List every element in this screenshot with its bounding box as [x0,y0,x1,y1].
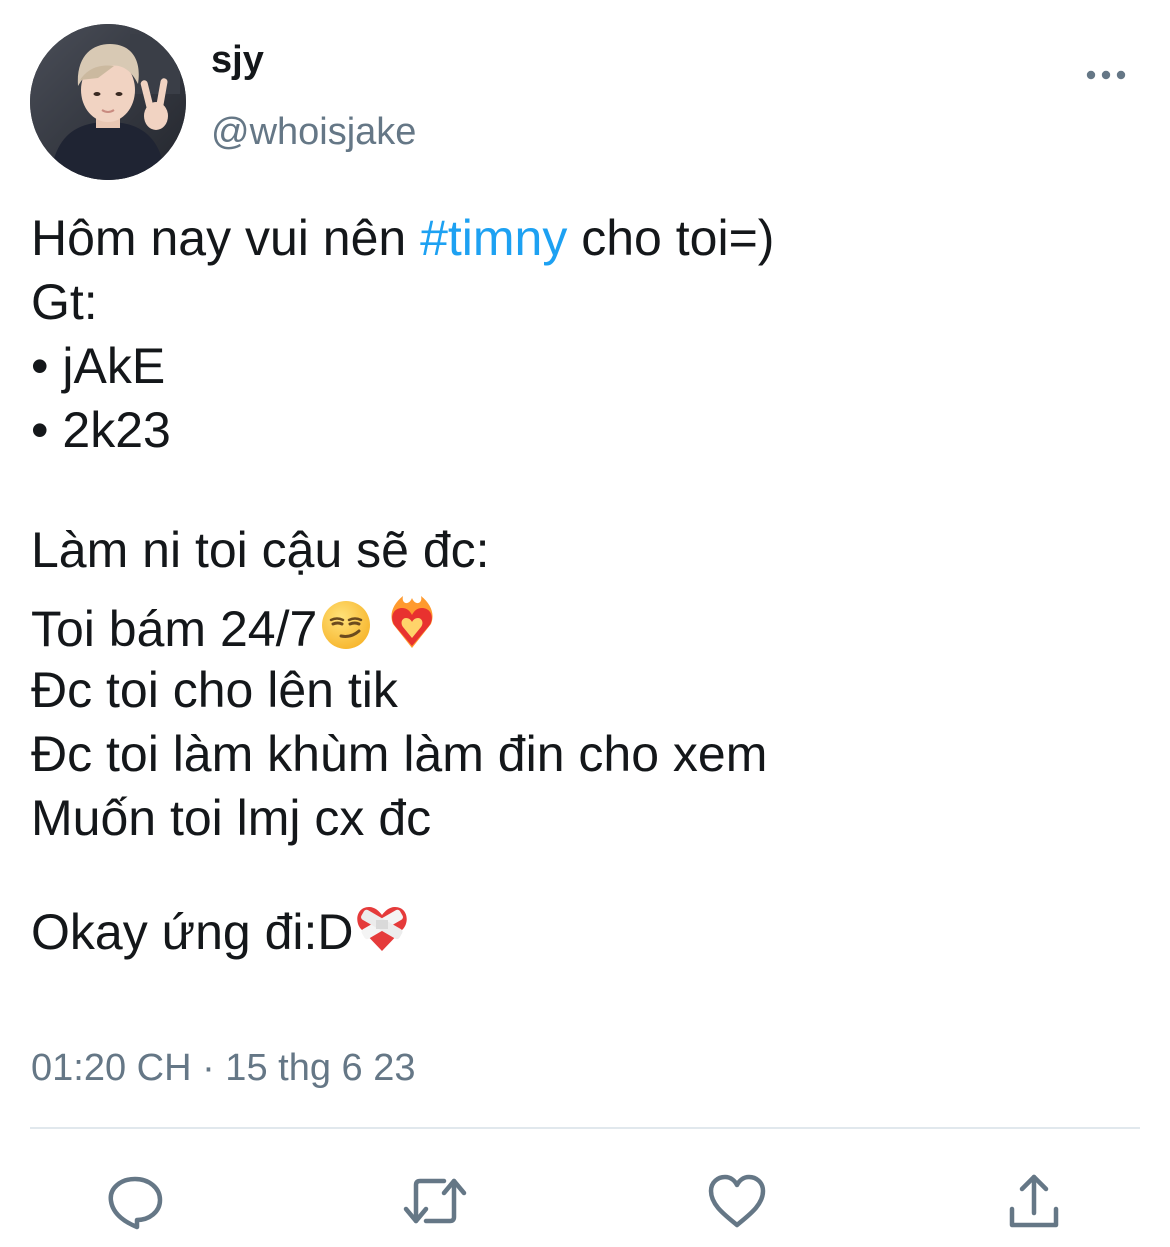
display-name[interactable]: sjy [211,36,264,84]
retweet-icon [403,1178,467,1224]
tweet-line: • 2k23 [31,402,171,458]
like-icon [708,1174,766,1228]
avatar[interactable] [30,24,186,180]
tweet-text-segment: Toi bám 24/7 [31,601,318,657]
share-button[interactable] [1001,1168,1067,1234]
tweet-text-segment: Hôm nay vui nên [31,210,421,266]
tweet-text-segment: Okay ứng đi:D [31,904,354,960]
tweet-line: • jAkE [31,338,166,394]
like-button[interactable] [704,1168,770,1234]
tweet-line: Toi bám 24/7 [31,594,1141,658]
mending-heart-icon [354,901,410,970]
tweet-line: Đc toi làm khùm làm đin cho xem [31,726,768,782]
tweet-line: Gt: [31,274,98,330]
tweet-line: Hôm nay vui nên #timny cho toi=) [31,206,1141,270]
tweet-line: Muốn toi lmj cx đc [31,790,432,846]
tweet-line: Làm ni toi cậu sẽ đc: [31,522,490,578]
share-icon [1009,1174,1059,1228]
retweet-button[interactable] [402,1168,468,1234]
hashtag-link[interactable]: #timny [420,210,567,266]
smirking-face-icon [319,598,373,667]
reply-button[interactable] [102,1168,168,1234]
user-handle[interactable]: @whoisjake [211,108,416,156]
more-options-button[interactable] [1080,58,1132,92]
tweet-line: Đc toi cho lên tik [31,662,398,718]
more-icon [1086,70,1126,80]
heart-on-fire-icon [385,594,439,667]
divider [30,1127,1140,1129]
tweet-text-segment: cho toi=) [567,210,775,266]
tweet-timestamp[interactable]: 01:20 CH · 15 thg 6 23 [31,1044,415,1092]
tweet-line: Okay ứng đi:D [31,900,1141,964]
tweet-text: Hôm nay vui nên #timny cho toi=) Gt: • j… [31,206,1141,964]
reply-icon [108,1176,163,1230]
